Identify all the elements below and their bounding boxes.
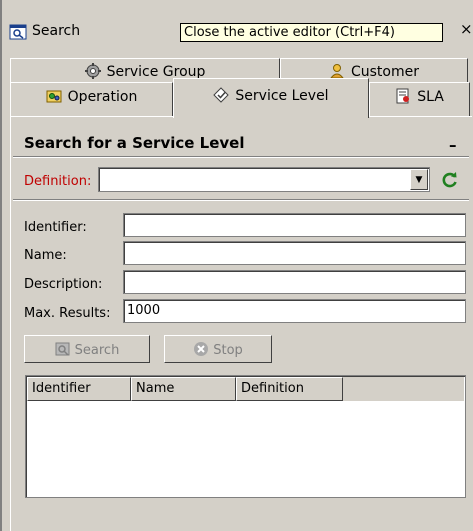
search-icon <box>55 342 70 356</box>
identifier-label: Identifier: <box>24 220 87 235</box>
stop-icon <box>194 342 209 356</box>
close-editor-button[interactable]: × <box>460 20 473 38</box>
operation-icon <box>46 90 62 103</box>
description-input[interactable] <box>123 270 466 294</box>
close-editor-tooltip: Close the active editor (Ctrl+F4) <box>180 23 443 42</box>
section-title: Search for a Service Level <box>24 134 245 152</box>
search-button[interactable]: Search <box>24 335 150 363</box>
separator <box>13 156 469 158</box>
service-level-icon <box>213 87 230 103</box>
editor-title[interactable]: Search <box>32 23 80 39</box>
refresh-icon[interactable] <box>440 170 460 190</box>
description-label: Description: <box>24 277 103 292</box>
collapse-section-button[interactable]: – <box>449 136 457 154</box>
column-header-identifier[interactable]: Identifier <box>27 377 131 401</box>
max-results-label: Max. Results: <box>24 306 111 321</box>
definition-label: Definition: <box>24 174 92 189</box>
max-results-input[interactable]: 1000 <box>123 299 466 323</box>
tab-label: SLA <box>417 89 444 105</box>
column-header-definition[interactable]: Definition <box>236 377 343 401</box>
tab-label: Operation <box>67 89 138 105</box>
sla-icon <box>396 88 410 104</box>
tab-operation[interactable]: Operation <box>10 82 173 116</box>
stop-button[interactable]: Stop <box>164 335 272 363</box>
tab-sla[interactable]: SLA <box>369 82 470 116</box>
identifier-input[interactable] <box>123 213 466 237</box>
column-header-name[interactable]: Name <box>131 377 236 401</box>
editor-left-border <box>0 0 2 531</box>
tab-label: Service Level <box>235 88 329 104</box>
tab-service-level[interactable]: Service Level <box>173 78 369 118</box>
customer-icon <box>329 64 344 79</box>
chevron-down-icon[interactable]: ▼ <box>410 169 428 190</box>
search-button-label: Search <box>74 343 120 358</box>
service-group-icon <box>84 63 101 79</box>
name-label: Name: <box>24 248 67 263</box>
stop-button-label: Stop <box>213 343 243 358</box>
separator <box>13 199 469 201</box>
name-input[interactable] <box>123 241 466 265</box>
search-window-icon <box>9 24 27 40</box>
definition-combobox[interactable] <box>98 167 430 192</box>
